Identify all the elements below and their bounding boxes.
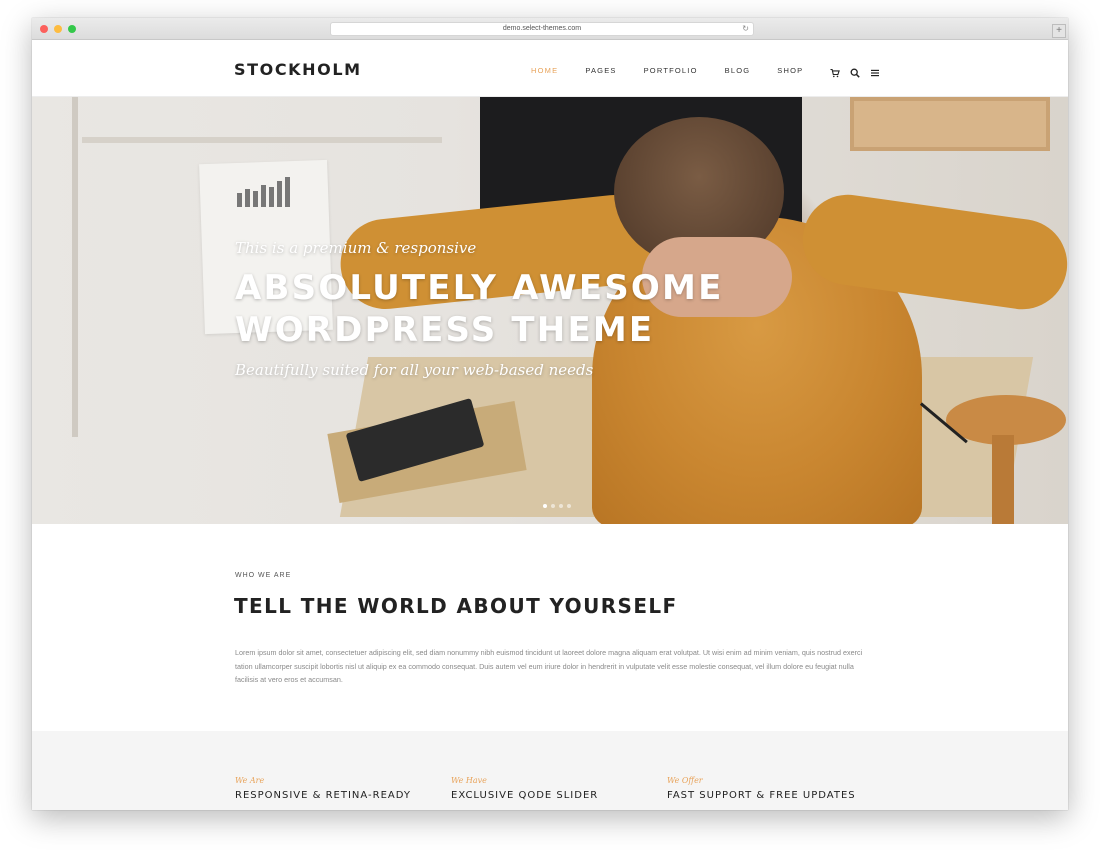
feature-title: EXCLUSIVE QODE SLIDER bbox=[451, 790, 599, 801]
feature-item: We Are RESPONSIVE & RETINA-READY bbox=[235, 776, 411, 801]
site-logo[interactable]: STOCKHOLM bbox=[234, 60, 362, 79]
hero-title-line: ABSOLUTELY AWESOME bbox=[235, 268, 724, 308]
feature-item: We Offer FAST SUPPORT & FREE UPDATES bbox=[667, 776, 856, 801]
hero-title-line: WORDPRESS THEME bbox=[235, 310, 655, 350]
nav-blog[interactable]: BLOG bbox=[725, 66, 751, 75]
feature-kicker: We Are bbox=[235, 776, 265, 785]
hero-image-part bbox=[850, 97, 1050, 151]
menu-icon[interactable] bbox=[870, 65, 880, 77]
hero-image-part bbox=[82, 137, 442, 143]
nav-pages[interactable]: PAGES bbox=[585, 66, 616, 75]
reload-icon[interactable]: ↻ bbox=[742, 23, 749, 35]
browser-window: demo.select-themes.com ↻ + STOCKHOLM HOM… bbox=[32, 18, 1068, 810]
hero-image-part bbox=[72, 97, 78, 437]
feature-kicker: We Have bbox=[451, 776, 487, 785]
about-section: WHO WE ARE TELL THE WORLD ABOUT YOURSELF… bbox=[32, 524, 1068, 731]
hero-image-part bbox=[237, 177, 290, 207]
address-bar-url: demo.select-themes.com bbox=[502, 25, 582, 32]
slider-dot[interactable] bbox=[559, 504, 563, 508]
feature-title: RESPONSIVE & RETINA-READY bbox=[235, 790, 412, 801]
site-header: STOCKHOLM HOME PAGES PORTFOLIO BLOG SHOP bbox=[32, 40, 1068, 97]
feature-item: We Have EXCLUSIVE QODE SLIDER bbox=[451, 776, 598, 801]
feature-title: FAST SUPPORT & FREE UPDATES bbox=[667, 790, 856, 801]
window-controls bbox=[40, 25, 76, 33]
slider-pagination bbox=[543, 504, 571, 508]
hero-image-part bbox=[992, 435, 1014, 524]
minimize-window-button[interactable] bbox=[54, 25, 62, 33]
slider-dot[interactable] bbox=[567, 504, 571, 508]
section-title: TELL THE WORLD ABOUT YOURSELF bbox=[234, 594, 678, 618]
hero-caption: This is a premium & responsive ABSOLUTEL… bbox=[235, 239, 724, 379]
nav-portfolio[interactable]: PORTFOLIO bbox=[644, 66, 698, 75]
section-body: Lorem ipsum dolor sit amet, consectetuer… bbox=[235, 648, 863, 684]
close-window-button[interactable] bbox=[40, 25, 48, 33]
hero-kicker: This is a premium & responsive bbox=[235, 239, 477, 257]
slider-dot[interactable] bbox=[543, 504, 547, 508]
hero-subtitle: Beautifully suited for all your web-base… bbox=[235, 361, 594, 379]
hero-title: ABSOLUTELY AWESOME WORDPRESS THEME bbox=[235, 267, 724, 351]
browser-toolbar: demo.select-themes.com ↻ + bbox=[32, 18, 1068, 40]
cart-icon[interactable] bbox=[830, 65, 841, 78]
nav-shop[interactable]: SHOP bbox=[777, 66, 803, 75]
main-navigation: HOME PAGES PORTFOLIO BLOG SHOP bbox=[531, 65, 890, 78]
section-kicker: WHO WE ARE bbox=[235, 572, 292, 579]
slider-dot[interactable] bbox=[551, 504, 555, 508]
address-bar[interactable]: demo.select-themes.com ↻ bbox=[330, 22, 754, 36]
nav-home[interactable]: HOME bbox=[531, 66, 558, 75]
hero-slider: This is a premium & responsive ABSOLUTEL… bbox=[32, 97, 1068, 524]
new-tab-button[interactable]: + bbox=[1052, 24, 1066, 38]
maximize-window-button[interactable] bbox=[68, 25, 76, 33]
search-icon[interactable] bbox=[850, 65, 861, 78]
feature-kicker: We Offer bbox=[667, 776, 703, 785]
features-section: We Are RESPONSIVE & RETINA-READY We Have… bbox=[32, 731, 1068, 810]
